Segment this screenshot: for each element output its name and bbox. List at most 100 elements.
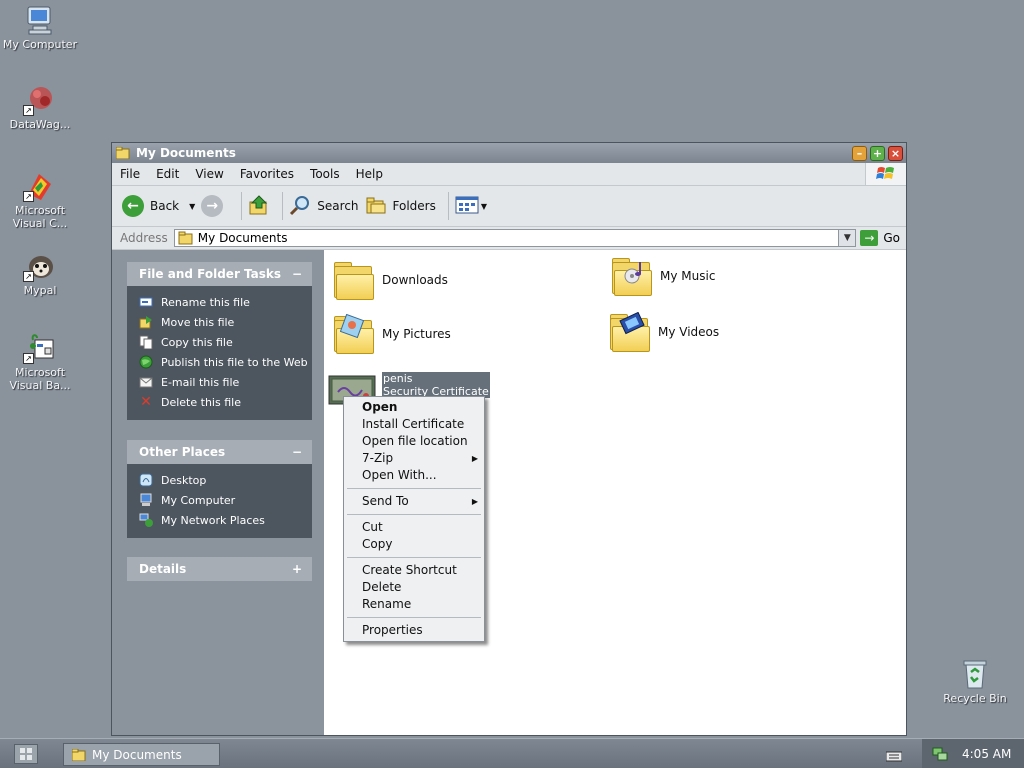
other-places-header[interactable]: Other Places −: [127, 440, 312, 464]
desktop-icon-recycle-bin[interactable]: Recycle Bin: [937, 658, 1013, 705]
search-button[interactable]: Search: [289, 194, 359, 219]
keyboard-icon[interactable]: [885, 747, 903, 766]
folder-downloads[interactable]: Downloads: [332, 260, 448, 300]
desktop-icon-visual-basic[interactable]: ↗ Microsoft Visual Ba...: [2, 332, 78, 392]
file-name: penis: [383, 372, 413, 385]
collapse-icon[interactable]: −: [292, 267, 302, 281]
ctx-rename[interactable]: Rename: [344, 596, 484, 613]
forward-button[interactable]: →: [201, 195, 229, 217]
music-folder-icon: [610, 256, 652, 296]
desktop-icon-mypal[interactable]: ↗ Mypal: [2, 250, 78, 297]
menu-file[interactable]: File: [112, 167, 148, 181]
place-my-computer[interactable]: My Computer: [139, 490, 312, 510]
folder-icon: [178, 231, 194, 245]
submenu-arrow-icon: ▶: [471, 454, 478, 463]
task-label: Move this file: [161, 315, 235, 329]
address-field[interactable]: My Documents ▼: [173, 229, 857, 247]
task-delete-this-file[interactable]: ✕ Delete this file: [139, 392, 312, 412]
minimize-button[interactable]: –: [852, 145, 867, 161]
ctx-open-with[interactable]: Open With...: [344, 467, 484, 484]
folder-my-music[interactable]: My Music: [610, 256, 715, 296]
desktop-icon-my-computer[interactable]: My Computer: [2, 4, 78, 51]
file-name: My Pictures: [382, 327, 451, 341]
ctx-copy[interactable]: Copy: [344, 536, 484, 553]
desktop-icon-label: DataWag...: [9, 118, 71, 131]
selected-file-label: penis Security Certificate: [382, 372, 490, 398]
menu-separator: [347, 514, 481, 515]
back-dropdown-icon[interactable]: ▼: [189, 202, 195, 211]
title-bar[interactable]: My Documents – + ×: [112, 143, 906, 163]
menu-edit[interactable]: Edit: [148, 167, 187, 181]
ctx-7zip[interactable]: 7-Zip ▶: [344, 450, 484, 467]
window-body: File and Folder Tasks − Rename this file…: [112, 250, 906, 736]
ctx-create-shortcut[interactable]: Create Shortcut: [344, 562, 484, 579]
network-tray-icon[interactable]: [932, 747, 948, 761]
close-button[interactable]: ×: [888, 145, 903, 161]
taskbar-item-my-documents[interactable]: My Documents: [63, 743, 220, 766]
folder-icon: [115, 146, 130, 160]
desktop-icon-datawag[interactable]: ↗ DataWag...: [2, 84, 78, 131]
expand-icon[interactable]: +: [292, 562, 302, 576]
window-title: My Documents: [136, 146, 236, 160]
ctx-open[interactable]: Open: [344, 399, 484, 416]
menu-help[interactable]: Help: [348, 167, 391, 181]
task-copy-this-file[interactable]: Copy this file: [139, 332, 312, 352]
file-folder-tasks-header[interactable]: File and Folder Tasks −: [127, 262, 312, 286]
desktop-icon-label: Microsoft Visual Ba...: [9, 366, 71, 392]
place-my-network-places[interactable]: My Network Places: [139, 510, 312, 530]
visual-basic-icon: ↗: [23, 332, 57, 364]
clock[interactable]: 4:05 AM: [962, 747, 1011, 761]
ctx-properties[interactable]: Properties: [344, 622, 484, 639]
desktop-icon-label: Recycle Bin: [943, 692, 1007, 705]
start-button[interactable]: [14, 744, 38, 764]
collapse-icon[interactable]: −: [292, 445, 302, 459]
other-places-body: Desktop My Computer My Network Places: [127, 464, 312, 538]
ctx-open-file-location[interactable]: Open file location: [344, 433, 484, 450]
shortcut-arrow-icon: ↗: [23, 105, 34, 116]
globe-icon: [139, 355, 153, 369]
start-grid-icon: [20, 748, 32, 760]
address-dropdown-icon[interactable]: ▼: [838, 230, 856, 246]
rename-icon: [139, 295, 153, 309]
ctx-delete[interactable]: Delete: [344, 579, 484, 596]
maximize-button[interactable]: +: [870, 145, 885, 161]
search-label: Search: [317, 199, 359, 213]
menu-view[interactable]: View: [187, 167, 231, 181]
mypal-icon: ↗: [23, 250, 57, 282]
folder-my-pictures[interactable]: My Pictures: [332, 314, 451, 354]
ctx-install-certificate[interactable]: Install Certificate: [344, 416, 484, 433]
folders-button[interactable]: Folders: [365, 195, 436, 218]
views-button[interactable]: ▼: [455, 195, 487, 218]
recycle-bin-icon: [958, 658, 992, 690]
task-rename-this-file[interactable]: Rename this file: [139, 292, 312, 312]
file-name: Downloads: [382, 273, 448, 287]
pictures-folder-icon: [332, 314, 374, 354]
details-header[interactable]: Details +: [127, 557, 312, 581]
folder-icon: [332, 260, 374, 300]
back-button[interactable]: ← Back ▼: [122, 195, 195, 217]
go-button[interactable]: → Go: [856, 230, 906, 246]
toolbar-separator: [447, 192, 449, 220]
menu-tools[interactable]: Tools: [302, 167, 348, 181]
go-arrow-icon: →: [860, 230, 879, 246]
network-icon: [139, 513, 153, 527]
shortcut-arrow-icon: ↗: [23, 271, 34, 282]
back-arrow-icon: ←: [122, 195, 144, 217]
toolbar: ← Back ▼ → Search Folders ▼: [112, 186, 906, 227]
toolbar-separator: [282, 192, 284, 220]
task-publish-this-file[interactable]: Publish this file to the Web: [139, 352, 312, 372]
task-move-this-file[interactable]: Move this file: [139, 312, 312, 332]
task-email-this-file[interactable]: E-mail this file: [139, 372, 312, 392]
visual-c-icon: ↗: [23, 170, 57, 202]
copy-icon: [139, 335, 153, 349]
place-desktop[interactable]: Desktop: [139, 470, 312, 490]
file-name: My Music: [660, 269, 716, 283]
ctx-cut[interactable]: Cut: [344, 519, 484, 536]
folder-my-videos[interactable]: My Videos: [608, 312, 719, 352]
desktop-icon: [139, 473, 153, 487]
menu-favorites[interactable]: Favorites: [232, 167, 302, 181]
ctx-send-to[interactable]: Send To ▶: [344, 493, 484, 510]
desktop-icon-visual-c[interactable]: ↗ Microsoft Visual C...: [2, 170, 78, 230]
up-button[interactable]: [248, 194, 270, 219]
task-label: Copy this file: [161, 335, 233, 349]
